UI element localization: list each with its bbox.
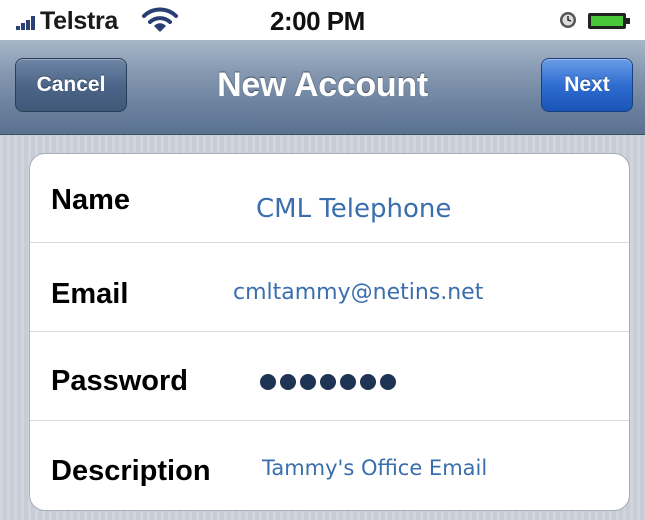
status-bar: Telstra 2:00 PM (0, 0, 645, 40)
email-label: Email (51, 278, 129, 310)
description-label: Description (51, 455, 211, 487)
page-title: New Account (217, 66, 428, 104)
alarm-icon (560, 12, 576, 28)
description-field[interactable]: Tammy's Office Email (262, 456, 487, 480)
cancel-button[interactable]: Cancel (15, 58, 127, 112)
account-form: Name CML Telephone Email cmltammy@netins… (29, 153, 630, 511)
iphone-screen: Telstra 2:00 PM Cancel New Account Next … (0, 0, 645, 520)
email-field[interactable]: cmltammy@netins.net (233, 280, 483, 305)
password-label: Password (51, 365, 188, 397)
next-button[interactable]: Next (541, 58, 633, 112)
wifi-icon (142, 7, 178, 32)
status-time: 2:00 PM (270, 6, 365, 36)
name-label: Name (51, 184, 130, 216)
description-row[interactable]: Description Tammy's Office Email (30, 421, 629, 510)
name-row[interactable]: Name CML Telephone (30, 154, 629, 243)
password-field[interactable] (260, 374, 396, 390)
battery-icon (588, 13, 630, 29)
signal-icon (16, 16, 36, 30)
password-row[interactable]: Password (30, 332, 629, 421)
carrier-name: Telstra (40, 7, 119, 35)
navigation-bar: Cancel New Account Next (0, 40, 645, 135)
name-field[interactable]: CML Telephone (256, 194, 451, 224)
email-row[interactable]: Email cmltammy@netins.net (30, 243, 629, 332)
form-area: Name CML Telephone Email cmltammy@netins… (0, 135, 645, 520)
